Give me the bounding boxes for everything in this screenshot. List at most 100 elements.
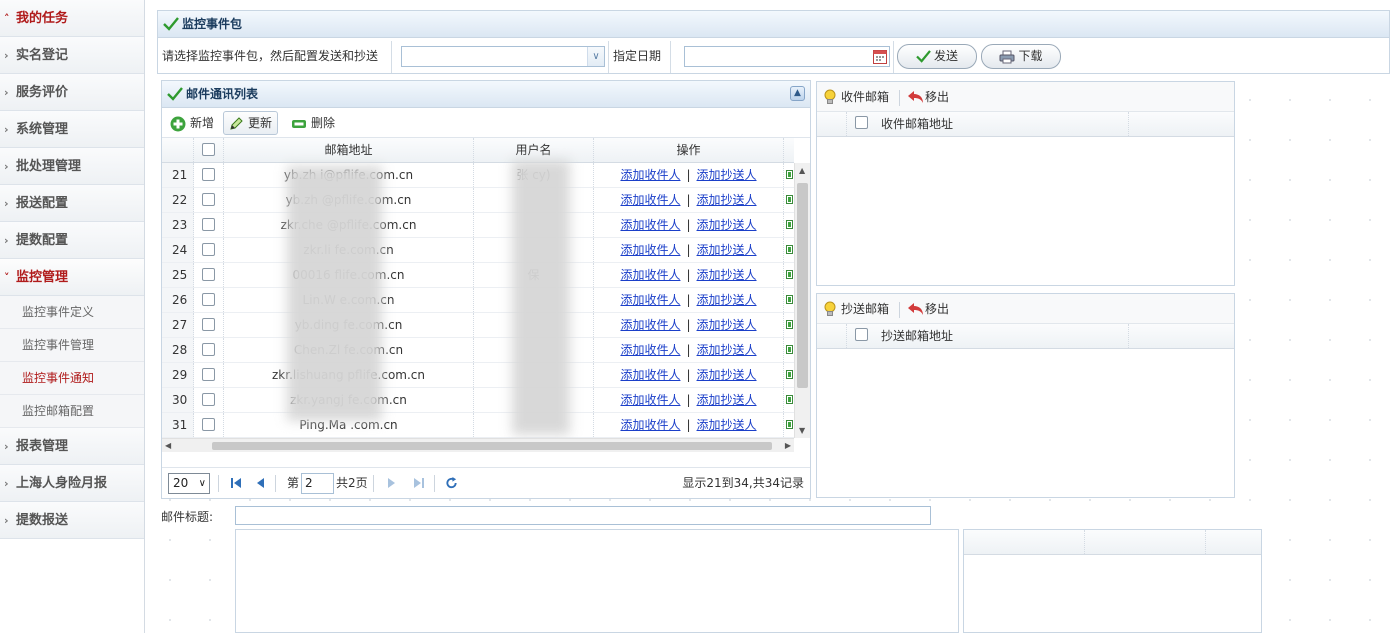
- add-cc-link[interactable]: 添加抄送人: [697, 268, 757, 282]
- last-page-icon[interactable]: [413, 476, 425, 490]
- row-checkbox[interactable]: [202, 393, 215, 406]
- scroll-left-icon[interactable]: ◀: [165, 441, 171, 450]
- sidebar-subitem-event-define[interactable]: 监控事件定义: [0, 296, 144, 329]
- event-package-select[interactable]: ∨: [401, 46, 605, 67]
- add-cc-link[interactable]: 添加抄送人: [697, 343, 757, 357]
- table-row[interactable]: 29zkr.lishuang pflife.com.cn添加收件人|添加抄送人: [162, 363, 794, 388]
- row-checkbox[interactable]: [202, 418, 215, 431]
- calendar-icon[interactable]: [872, 48, 888, 65]
- recipient-select-all-checkbox[interactable]: [855, 116, 868, 129]
- select-all-checkbox[interactable]: [202, 143, 215, 156]
- page-number-input[interactable]: 2: [301, 473, 334, 494]
- row-edit-icon[interactable]: [784, 288, 794, 312]
- mail-body-editor[interactable]: [235, 529, 959, 633]
- row-checkbox-cell[interactable]: [194, 263, 224, 287]
- row-checkbox-cell[interactable]: [194, 238, 224, 262]
- cc-mailbox-button[interactable]: 抄送邮箱: [819, 294, 889, 324]
- row-edit-icon[interactable]: [784, 213, 794, 237]
- add-cc-link[interactable]: 添加抄送人: [697, 193, 757, 207]
- row-edit-icon[interactable]: [784, 338, 794, 362]
- collapse-icon[interactable]: ▲: [790, 86, 805, 101]
- sidebar-item-sh-monthly[interactable]: › 上海人身险月报: [0, 465, 144, 502]
- add-recipient-link[interactable]: 添加收件人: [620, 168, 680, 182]
- cc-select-all-checkbox[interactable]: [855, 328, 868, 341]
- add-cc-link[interactable]: 添加抄送人: [697, 368, 757, 382]
- update-button[interactable]: 更新: [223, 111, 279, 135]
- table-row[interactable]: 21yb.zh i@pflife.com.cn张 cy)添加收件人|添加抄送人: [162, 163, 794, 188]
- next-page-icon[interactable]: [386, 476, 396, 490]
- scroll-right-icon[interactable]: ▶: [785, 441, 791, 450]
- add-cc-link[interactable]: 添加抄送人: [697, 418, 757, 432]
- first-page-icon[interactable]: [230, 476, 242, 490]
- add-recipient-link[interactable]: 添加收件人: [620, 393, 680, 407]
- row-edit-icon[interactable]: [784, 238, 794, 262]
- row-checkbox[interactable]: [202, 193, 215, 206]
- add-recipient-link[interactable]: 添加收件人: [620, 218, 680, 232]
- sidebar-subitem-event-manage[interactable]: 监控事件管理: [0, 329, 144, 362]
- add-recipient-link[interactable]: 添加收件人: [620, 243, 680, 257]
- add-cc-link[interactable]: 添加抄送人: [697, 218, 757, 232]
- row-checkbox-cell[interactable]: [194, 363, 224, 387]
- scroll-thumb[interactable]: [797, 183, 808, 388]
- table-row[interactable]: 31 Ping.Ma .com.cn 添加收件人 | 添加抄送人: [162, 413, 794, 438]
- chevron-down-icon[interactable]: ∨: [587, 47, 604, 66]
- scroll-down-icon[interactable]: ▼: [799, 426, 805, 435]
- row-edit-icon[interactable]: [784, 188, 794, 212]
- row-edit-icon[interactable]: [784, 363, 794, 387]
- add-recipient-link[interactable]: 添加收件人: [620, 193, 680, 207]
- table-row[interactable]: 27yb.ding fe.com.cn添加收件人|添加抄送人: [162, 313, 794, 338]
- row-checkbox[interactable]: [202, 218, 215, 231]
- sidebar-item-real-name[interactable]: › 实名登记: [0, 37, 144, 74]
- add-cc-link[interactable]: 添加抄送人: [697, 318, 757, 332]
- prev-page-icon[interactable]: [256, 476, 266, 490]
- name-column-header[interactable]: 用户名: [474, 138, 594, 162]
- scroll-thumb[interactable]: [212, 442, 772, 450]
- row-checkbox[interactable]: [202, 168, 215, 181]
- row-edit-icon[interactable]: [784, 313, 794, 337]
- select-all-header[interactable]: [194, 138, 224, 162]
- sidebar-item-my-tasks[interactable]: ˄ 我的任务: [0, 0, 144, 37]
- sidebar-item-extract-config[interactable]: › 提数配置: [0, 222, 144, 259]
- sidebar-item-report-config[interactable]: › 报送配置: [0, 185, 144, 222]
- row-checkbox[interactable]: [202, 243, 215, 256]
- row-checkbox-cell[interactable]: [194, 213, 224, 237]
- download-button[interactable]: 下载: [981, 44, 1061, 69]
- table-row[interactable]: 30zkr.yangj fe.com.cn添加收件人|添加抄送人: [162, 388, 794, 413]
- table-row[interactable]: 24zkr.li fe.com.cn添加收件人|添加抄送人: [162, 238, 794, 263]
- add-cc-link[interactable]: 添加抄送人: [697, 168, 757, 182]
- add-recipient-link[interactable]: 添加收件人: [620, 368, 680, 382]
- sidebar-item-extract-report[interactable]: › 提数报送: [0, 502, 144, 539]
- table-row[interactable]: 2500016 flife.com.cn保添加收件人|添加抄送人: [162, 263, 794, 288]
- row-checkbox[interactable]: [202, 293, 215, 306]
- row-checkbox-cell[interactable]: [194, 163, 224, 187]
- recipient-remove-button[interactable]: 移出: [903, 82, 949, 112]
- row-checkbox[interactable]: [202, 268, 215, 281]
- row-checkbox-cell[interactable]: [194, 313, 224, 337]
- add-recipient-link[interactable]: 添加收件人: [620, 293, 680, 307]
- add-cc-link[interactable]: 添加抄送人: [697, 243, 757, 257]
- delete-button[interactable]: 删除: [286, 111, 341, 135]
- add-recipient-link[interactable]: 添加收件人: [620, 318, 680, 332]
- add-recipient-link[interactable]: 添加收件人: [620, 418, 680, 432]
- add-cc-link[interactable]: 添加抄送人: [697, 293, 757, 307]
- cc-remove-button[interactable]: 移出: [903, 294, 949, 324]
- send-button[interactable]: 发送: [897, 44, 977, 69]
- row-checkbox-cell[interactable]: [194, 288, 224, 312]
- row-edit-icon[interactable]: [784, 413, 794, 437]
- sidebar-item-report-manage[interactable]: › 报表管理: [0, 428, 144, 465]
- row-checkbox-cell[interactable]: [194, 188, 224, 212]
- sidebar-item-service-eval[interactable]: › 服务评价: [0, 74, 144, 111]
- add-recipient-link[interactable]: 添加收件人: [620, 268, 680, 282]
- sidebar-subitem-event-notify[interactable]: 监控事件通知: [0, 362, 144, 395]
- add-recipient-link[interactable]: 添加收件人: [620, 343, 680, 357]
- subject-input[interactable]: [235, 506, 931, 525]
- row-edit-icon[interactable]: [784, 163, 794, 187]
- date-input[interactable]: [684, 46, 890, 67]
- table-row[interactable]: 26Lin.W e.com.cn添加收件人|添加抄送人: [162, 288, 794, 313]
- recipient-mailbox-button[interactable]: 收件邮箱: [819, 82, 889, 112]
- sidebar-item-batch[interactable]: › 批处理管理: [0, 148, 144, 185]
- row-edit-icon[interactable]: [784, 263, 794, 287]
- horizontal-scrollbar[interactable]: ◀ ▶: [162, 438, 794, 452]
- page-size-select[interactable]: 20 ∨: [168, 473, 210, 494]
- add-cc-link[interactable]: 添加抄送人: [697, 393, 757, 407]
